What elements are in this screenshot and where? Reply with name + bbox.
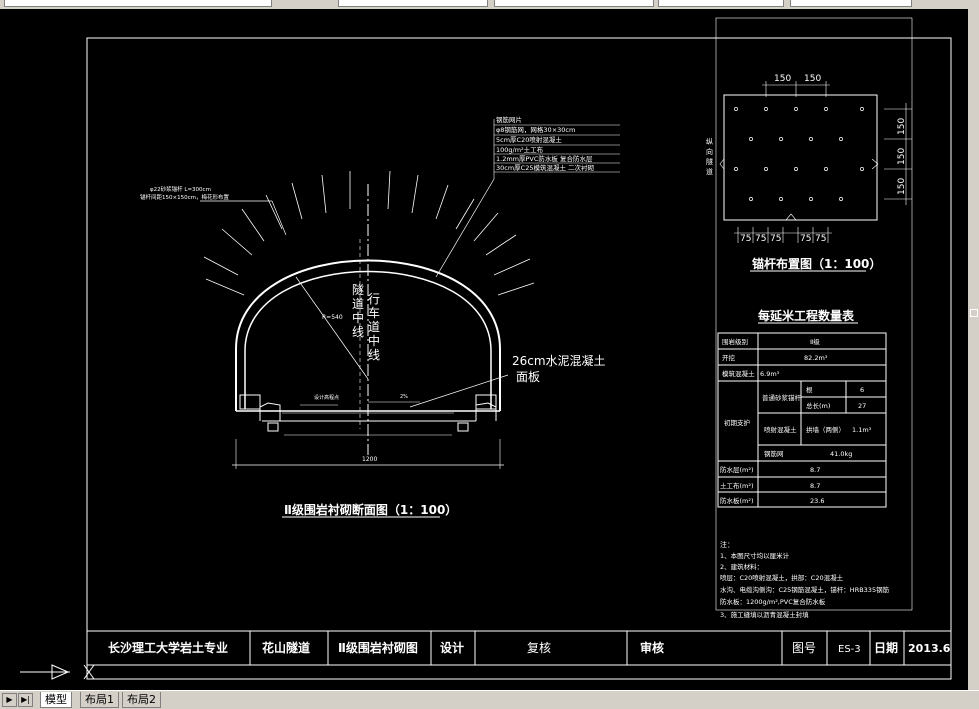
- linetype-dropdown[interactable]: [494, 0, 654, 7]
- slope-label: 2%: [400, 394, 408, 400]
- ucs-icon: [20, 664, 95, 680]
- lining-callout-4: 100g/m²土工布: [496, 145, 544, 154]
- vertical-scrollbar[interactable]: [968, 9, 979, 690]
- radius-label: R=540: [322, 314, 343, 321]
- bolt-note-2: 锚杆间距150×150cm，梅花形布置: [140, 193, 229, 201]
- note-line-6: 3、施工缝填以沥青混凝土封填: [720, 610, 809, 619]
- tunnel-section: [200, 119, 620, 518]
- bolt-right-dim-2: 150: [897, 148, 907, 165]
- bolt-right-dim-1: 150: [897, 118, 907, 135]
- tb-date-label: 日期: [874, 640, 898, 655]
- bolt-layout-side-label: 纵向隧道: [706, 138, 713, 176]
- qt-r7c0: 防水层(m²): [720, 465, 754, 474]
- qt-r3c0: 初期支护: [724, 418, 750, 427]
- rock-bolts: [203, 170, 535, 296]
- pavement-label-2: 面板: [516, 370, 540, 384]
- tb-drawing-no: ES-3: [838, 644, 861, 655]
- tb-drawing-no-label: 图号: [792, 641, 816, 655]
- tb-review: 复核: [527, 641, 551, 655]
- bolt-bottom-dim-4: 75: [800, 234, 811, 244]
- next-tab-button[interactable]: ▶|: [18, 693, 33, 707]
- qt-r3c1: 普通砂浆锚杆: [762, 393, 802, 402]
- bolt-bottom-dim-3: 75: [770, 234, 781, 244]
- qt-r8c3: 8.7: [810, 482, 820, 490]
- lining-callout-6: 30cm厚C25模筑混凝土 二次衬砌: [496, 163, 595, 172]
- qt-r9c0: 防水板(m²): [720, 496, 754, 505]
- qt-r9c3: 23.6: [810, 497, 824, 505]
- plotstyle-dropdown[interactable]: [790, 0, 912, 7]
- cad-drawing: 隧道中线 行车道中线 26cm水泥混凝土 面板 R=540 设计高程点 2% 1…: [20, 17, 952, 680]
- pavement-label-1: 26cm水泥混凝土: [512, 353, 606, 368]
- layout-tab-bar: ▶ ▶| 模型 布局1 布局2: [0, 690, 979, 709]
- qt-r5c2: 拱墙（两侧）: [806, 425, 845, 434]
- quantity-table-title: 每延米工程数量表: [758, 308, 855, 323]
- bolt-layout-title: 锚杆布置图（1：100）: [752, 256, 881, 271]
- qt-r0c3: Ⅱ级: [810, 337, 820, 346]
- lining-callout-5: 1.2mm厚PVC防水板 复合防水层: [496, 154, 593, 163]
- section-title: Ⅱ级围岩衬砌断面图（1：100）: [284, 502, 457, 517]
- lane-centerline-label: 行车道中线: [368, 292, 380, 362]
- width-dimension: 1200: [362, 456, 377, 463]
- note-line-5: 防水板：1200g/m²,PVC复合防水板: [720, 597, 826, 606]
- tunnel-centerline-label: 隧道中线: [352, 282, 364, 339]
- qt-r6c3: 41.0kg: [830, 450, 852, 458]
- scroll-thumb[interactable]: [970, 309, 978, 317]
- qt-r6c1: 钢筋网: [764, 449, 784, 458]
- bolt-top-dim-1: 150: [774, 74, 791, 84]
- qt-r0c0: 围岩级别: [722, 337, 748, 346]
- tab-layout2[interactable]: 布局2: [122, 692, 161, 708]
- bolt-top-dim-2: 150: [804, 74, 821, 84]
- tab-layout1[interactable]: 布局1: [80, 692, 119, 708]
- bolt-bottom-dim-1: 75: [740, 234, 751, 244]
- color-dropdown[interactable]: [338, 0, 488, 7]
- quantity-table-grid: [717, 322, 887, 508]
- tb-project: 花山隧道: [262, 640, 310, 655]
- bolt-dots: [734, 107, 864, 201]
- qt-r2c3: 6.9m³: [760, 370, 780, 378]
- tb-school: 长沙理工大学岩土专业: [108, 640, 228, 655]
- toolbar-icons[interactable]: [280, 0, 320, 7]
- qt-r2c0: 模筑混凝土: [722, 369, 755, 378]
- tab-model[interactable]: 模型: [40, 692, 72, 708]
- notes-heading: 注：: [720, 540, 734, 549]
- qt-r1c3: 82.2m³: [804, 354, 828, 362]
- tb-approve: 审核: [640, 640, 664, 655]
- toolbar: [0, 0, 979, 9]
- tb-design: 设计: [440, 640, 464, 655]
- qt-r4c3: 27: [858, 402, 866, 410]
- qt-r3c3: 6: [860, 386, 864, 394]
- note-line-1: 1、本图尺寸均以厘米计: [720, 551, 790, 560]
- qt-r8c0: 土工布(m²): [720, 481, 754, 490]
- note-line-4: 水沟、电缆沟侧沟：C25钢筋混凝土，锚杆：HRB335钢筋: [720, 585, 890, 594]
- qt-r4c2: 总长(m): [806, 401, 830, 410]
- bolt-right-dim-3: 150: [897, 178, 907, 195]
- first-tab-button[interactable]: ▶: [2, 693, 17, 707]
- note-line-2: 2、建筑材料：: [720, 562, 763, 571]
- qt-r5c1: 喷射混凝土: [764, 425, 797, 434]
- note-line-3: 喷层：C20喷射混凝土，拱部：C20混凝土: [720, 573, 844, 582]
- qt-r5c3: 1.1m³: [852, 426, 872, 434]
- design-elevation-label: 设计高程点: [314, 394, 339, 401]
- lining-callout-2: φ8钢筋网，网格30×30cm: [496, 125, 575, 134]
- drawing-canvas[interactable]: 隧道中线 行车道中线 26cm水泥混凝土 面板 R=540 设计高程点 2% 1…: [0, 9, 968, 690]
- bolt-bottom-dim-2: 75: [755, 234, 766, 244]
- bolt-note-1: φ22砂浆锚杆 L=300cm: [150, 185, 211, 193]
- lining-callout-3: 5cm厚C20喷射混凝土: [496, 135, 562, 144]
- bolt-bottom-dim-5: 75: [815, 234, 826, 244]
- layer-dropdown[interactable]: [4, 0, 272, 7]
- qt-r7c3: 8.7: [810, 466, 820, 474]
- tb-drawing-name: Ⅱ级围岩衬砌图: [338, 640, 418, 655]
- tb-date: 2013.6: [908, 642, 951, 655]
- qt-r3c2: 根: [806, 385, 813, 394]
- qt-r1c0: 开挖: [722, 353, 736, 362]
- lineweight-dropdown[interactable]: [658, 0, 784, 7]
- lining-callout-1: 钢筋网片: [496, 115, 522, 124]
